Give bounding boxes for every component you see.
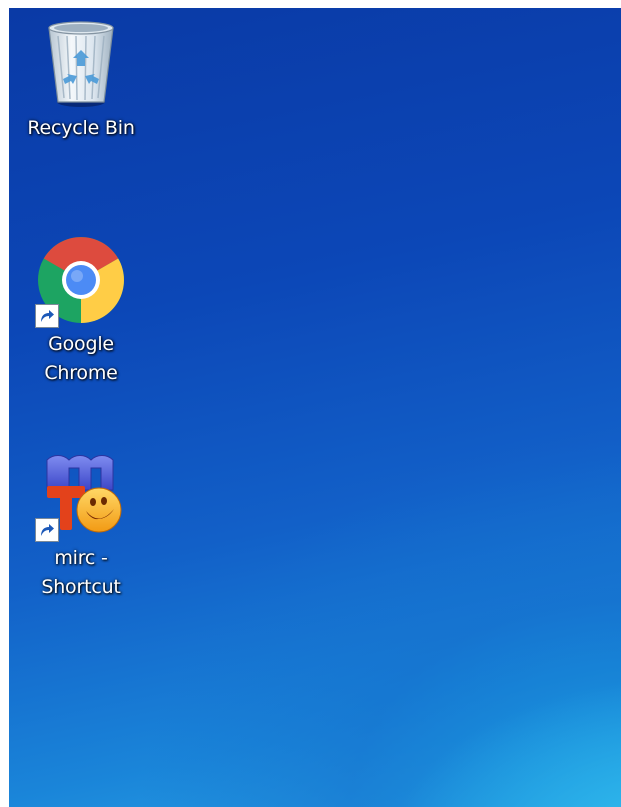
desktop-icon-google-chrome[interactable]: Google Chrome (21, 232, 141, 388)
desktop[interactable]: Recycle Bin Google Chrome mirc - Shortcu… (9, 8, 621, 807)
chrome-icon (33, 232, 129, 328)
mirc-icon (33, 446, 129, 542)
desktop-icon-recycle-bin[interactable]: Recycle Bin (21, 16, 141, 143)
desktop-icon-label: mirc - Shortcut (21, 544, 141, 602)
label-line: Recycle Bin (27, 117, 135, 139)
shortcut-arrow-icon (35, 304, 59, 328)
desktop-icon-mirc-shortcut[interactable]: mirc - Shortcut (21, 446, 141, 602)
desktop-icon-label: Recycle Bin (21, 114, 141, 143)
label-line: Shortcut (41, 576, 121, 598)
label-line: Chrome (44, 362, 118, 384)
recycle-bin-icon (33, 16, 129, 112)
desktop-icon-label: Google Chrome (21, 330, 141, 388)
shortcut-arrow-icon (35, 518, 59, 542)
label-line: Google (48, 333, 114, 355)
label-line: mirc - (54, 547, 108, 569)
